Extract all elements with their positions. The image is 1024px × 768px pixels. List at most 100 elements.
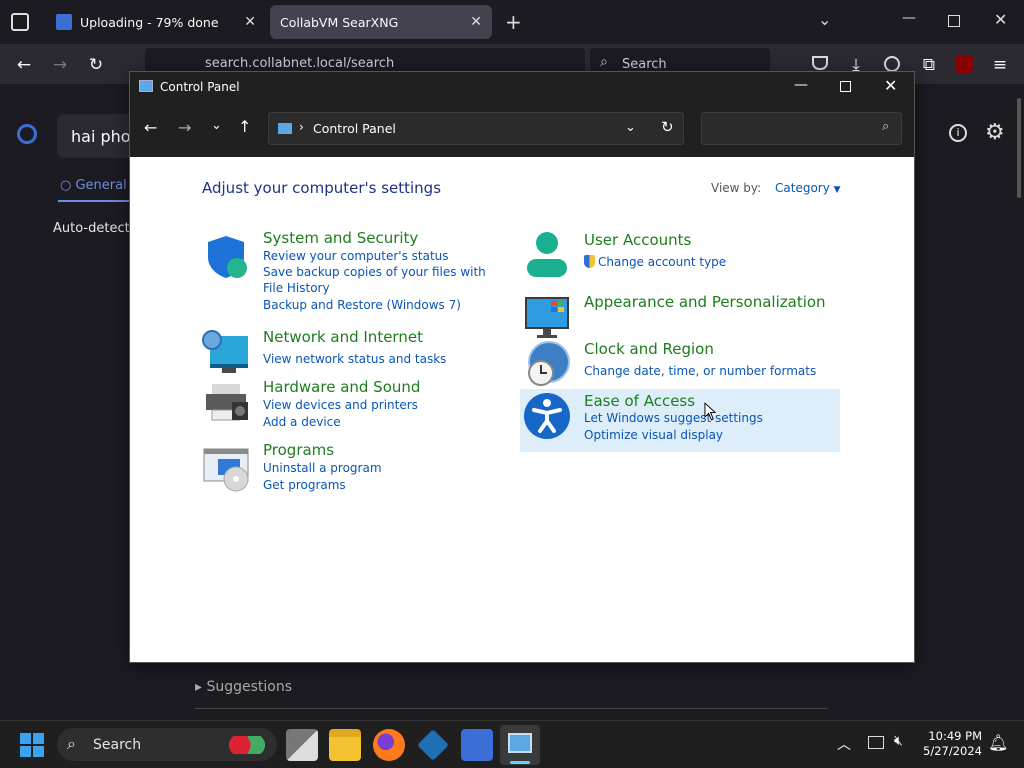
link-get-programs[interactable]: Get programs <box>263 477 493 493</box>
control-panel-toolbar: ← → ⌄ ↑ › Control Panel ⌄ ↻ ⌕ <box>130 102 914 157</box>
menu-hamburger-icon[interactable]: ≡ <box>989 54 1011 76</box>
file-explorer-icon[interactable] <box>329 729 361 761</box>
category-ease-of-access[interactable]: Ease of Access Let Windows suggest setti… <box>520 389 840 452</box>
control-panel-window: Control Panel — ✕ ← → ⌄ ↑ › Control Pane… <box>129 71 915 663</box>
link-date-time-formats[interactable]: Change date, time, or number formats <box>584 363 844 379</box>
address-dropdown-chevron-icon[interactable]: ⌄ <box>625 120 636 135</box>
firefox-icon[interactable] <box>373 729 405 761</box>
collabvm-favicon-icon <box>56 14 72 30</box>
tab-underline <box>58 200 130 202</box>
minimize-button[interactable]: — <box>794 77 808 93</box>
new-tab-button[interactable]: + <box>505 10 522 34</box>
category-title[interactable]: User Accounts <box>584 231 844 249</box>
virtualbox-icon[interactable] <box>417 729 449 761</box>
gear-icon[interactable]: ⚙ <box>985 120 1005 145</box>
control-panel-icon <box>278 123 292 134</box>
maximize-button[interactable] <box>840 81 851 92</box>
tray-chevron-icon[interactable]: ︿ <box>837 734 851 754</box>
control-panel-search-input[interactable]: ⌕ <box>701 112 902 145</box>
forward-arrow-icon[interactable]: → <box>49 54 71 76</box>
uac-shield-icon <box>584 255 595 268</box>
accessibility-icon <box>524 393 570 439</box>
restore-browser-button[interactable] <box>948 15 960 27</box>
extensions-icon[interactable]: ⧉ <box>918 54 940 76</box>
active-indicator <box>510 761 530 764</box>
category-title[interactable]: Programs <box>263 441 493 459</box>
view-by-dropdown[interactable]: Category ▼ <box>775 181 841 195</box>
link-backup-restore[interactable]: Backup and Restore (Windows 7) <box>263 297 493 313</box>
link-optimize-display[interactable]: Optimize visual display <box>584 427 834 443</box>
link-label: Change account type <box>598 255 727 269</box>
tab-collabvm-searxng[interactable]: CollabVM SearXNG ✕ <box>270 5 492 39</box>
windows-start-icon[interactable] <box>20 733 44 757</box>
tab-uploading[interactable]: Uploading - 79% done ✕ <box>46 5 266 39</box>
address-bar[interactable]: › Control Panel ⌄ ↻ <box>268 112 684 145</box>
ublock-icon[interactable] <box>955 55 973 73</box>
info-icon[interactable]: i <box>949 124 967 142</box>
active-app-highlight[interactable] <box>500 725 540 765</box>
back-arrow-icon[interactable]: ← <box>13 54 35 76</box>
suggestions-label: Suggestions <box>206 679 293 695</box>
recent-chevron-icon[interactable]: ⌄ <box>211 118 222 133</box>
breadcrumb-control-panel[interactable]: Control Panel <box>313 121 396 136</box>
user-icon <box>527 232 567 277</box>
close-browser-button[interactable]: ✕ <box>994 10 1007 29</box>
scrollbar[interactable] <box>1017 98 1021 198</box>
search-icon: ⌕ <box>600 54 608 70</box>
clock-date: 5/27/2024 <box>923 744 982 758</box>
tab-general[interactable]: ○ General <box>60 178 127 193</box>
close-button[interactable]: ✕ <box>884 76 897 95</box>
view-by-value: Category <box>775 181 830 195</box>
taskbar-search-label: Search <box>93 736 142 753</box>
suggestions-toggle[interactable]: ▸ Suggestions <box>195 679 292 695</box>
control-panel-icon <box>139 80 153 92</box>
breadcrumb-separator-icon: › <box>299 120 304 134</box>
back-arrow-icon[interactable]: ← <box>144 118 157 137</box>
forward-arrow-icon[interactable]: → <box>178 118 191 137</box>
close-tab-icon[interactable]: ✕ <box>470 14 482 30</box>
volume-muted-icon[interactable]: 🔇︎ <box>894 733 903 749</box>
up-arrow-icon[interactable]: ↑ <box>238 117 251 136</box>
category-title[interactable]: Hardware and Sound <box>263 378 493 396</box>
browser-search-placeholder: Search <box>622 56 667 72</box>
autodetect-text: Auto-detect ( <box>53 221 139 236</box>
link-uninstall-program[interactable]: Uninstall a program <box>263 460 493 476</box>
link-devices-printers[interactable]: View devices and printers <box>263 397 493 413</box>
network-icon[interactable] <box>868 736 884 749</box>
control-panel-title-bar[interactable]: Control Panel — ✕ <box>130 72 914 102</box>
tab-list-icon[interactable] <box>11 13 29 31</box>
task-view-icon[interactable] <box>286 729 318 761</box>
link-add-device[interactable]: Add a device <box>263 414 493 430</box>
search-icon: ⌕ <box>882 119 890 134</box>
category-title[interactable]: Network and Internet <box>263 328 493 346</box>
search-icon: ○ <box>60 178 76 193</box>
programs-icon <box>203 448 249 492</box>
control-panel-content: Adjust your computer's settings View by:… <box>130 157 914 662</box>
taskbar-search-input[interactable]: ⌕ Search <box>57 728 277 761</box>
link-review-status[interactable]: Review your computer's status <box>263 248 493 264</box>
shield-icon <box>208 236 247 278</box>
category-title[interactable]: System and Security <box>263 229 493 247</box>
collabvm-app-icon[interactable] <box>461 729 493 761</box>
clock[interactable]: 10:49 PM 5/27/2024 <box>920 729 982 759</box>
tab-overflow-chevron-icon[interactable]: ⌄ <box>818 10 831 29</box>
view-by-label: View by: <box>711 181 762 195</box>
pocket-icon[interactable] <box>812 56 828 70</box>
refresh-icon[interactable]: ↻ <box>661 118 674 136</box>
link-network-status[interactable]: View network status and tasks <box>263 351 493 367</box>
category-title[interactable]: Appearance and Personalization <box>584 293 844 311</box>
category-title[interactable]: Clock and Region <box>584 340 844 358</box>
url-text: search.collabnet.local/search <box>205 56 395 71</box>
window-title: Control Panel <box>160 80 240 94</box>
minimize-browser-button[interactable]: — <box>902 10 916 26</box>
searxng-logo-icon <box>17 124 37 144</box>
reload-icon[interactable]: ↻ <box>85 54 107 76</box>
tab-general-label: General <box>75 178 127 193</box>
notification-bell-icon[interactable]: 🔔︎ <box>988 733 1008 752</box>
network-monitor-icon <box>202 330 248 373</box>
account-icon[interactable] <box>884 56 900 72</box>
link-change-account-type[interactable]: Change account type <box>584 254 844 270</box>
link-file-history[interactable]: Save backup copies of your files with Fi… <box>263 264 493 296</box>
close-tab-icon[interactable]: ✕ <box>244 14 256 30</box>
printer-icon <box>206 384 248 421</box>
